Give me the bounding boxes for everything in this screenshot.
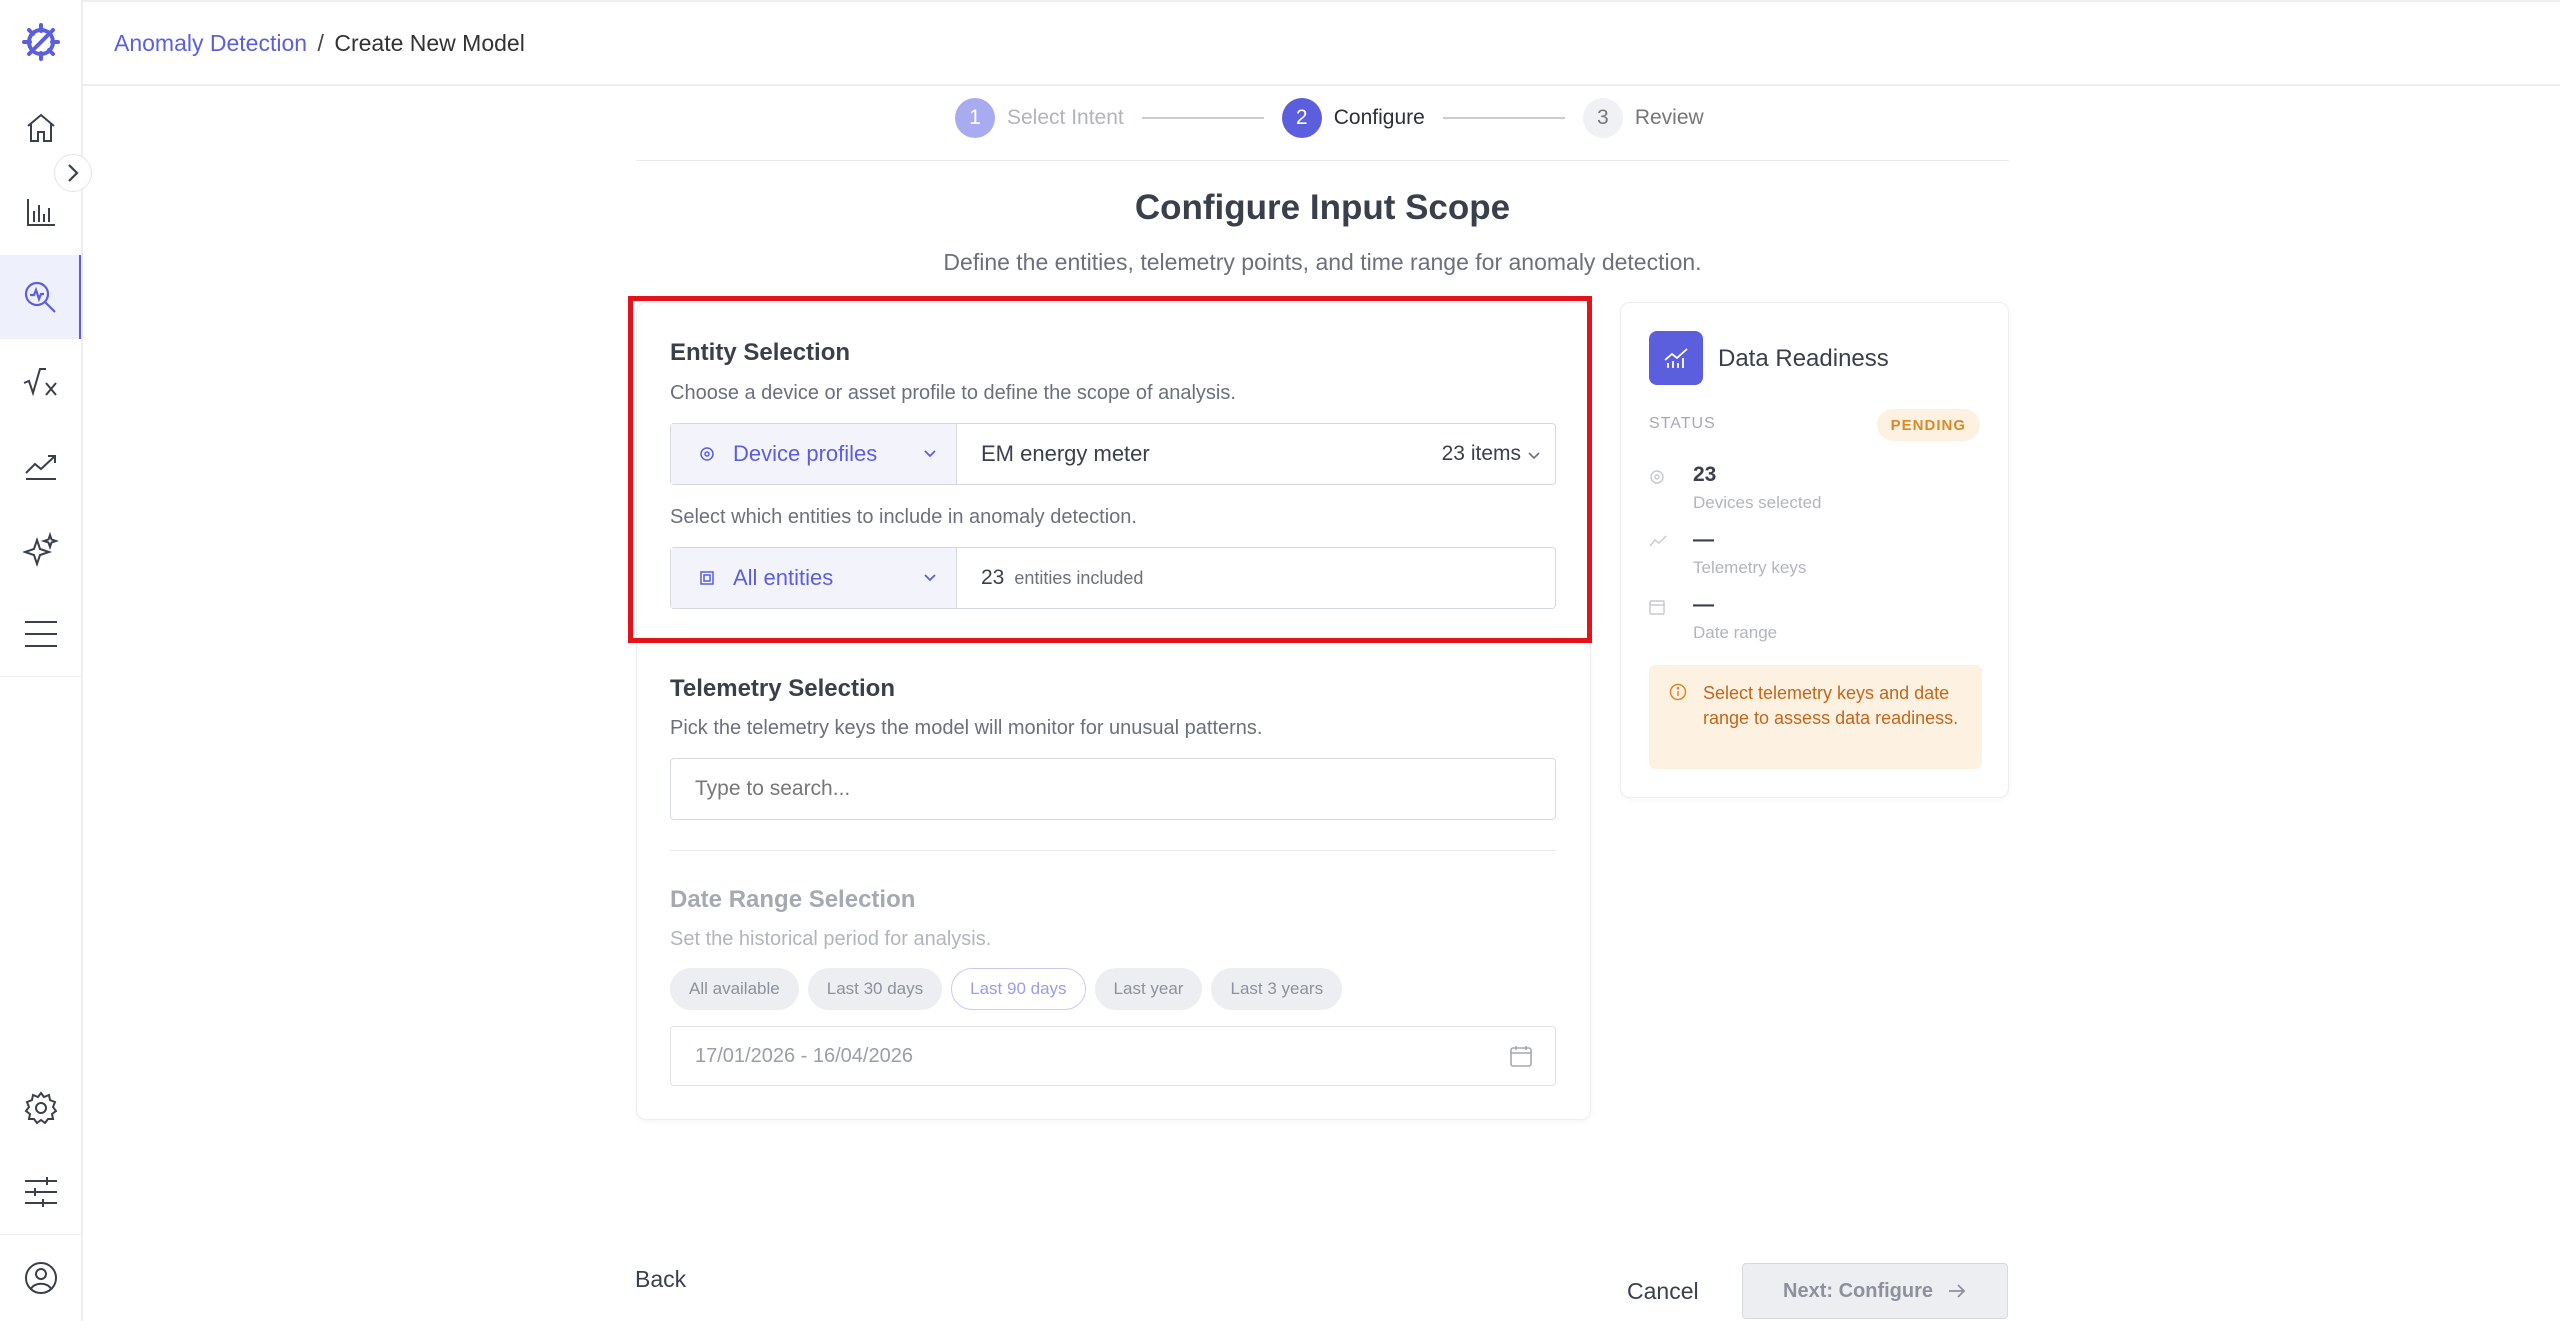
sliders-icon[interactable] — [0, 1150, 81, 1234]
step-select-intent[interactable]: 1 Select Intent — [955, 98, 1124, 138]
date-range-presets: All available Last 30 days Last 90 days … — [670, 968, 1343, 1010]
next-button[interactable]: Next: Configure — [1742, 1263, 2008, 1319]
readiness-notice: Select telemetry keys and date range to … — [1649, 665, 1982, 769]
status-badge: PENDING — [1876, 409, 1980, 441]
next-button-label: Next: Configure — [1783, 1279, 1933, 1302]
settings-icon[interactable] — [0, 1066, 81, 1150]
telemetry-search-input[interactable] — [670, 758, 1556, 820]
sparkle-icon[interactable] — [0, 508, 81, 592]
sidebar-expand-button[interactable] — [54, 154, 92, 192]
date-range-metric-value: — — [1693, 593, 1714, 616]
data-readiness-card: Data Readiness STATUS PENDING 23 Devices… — [1620, 302, 2009, 798]
status-label: STATUS — [1649, 415, 1716, 432]
breadcrumb-link-anomaly-detection[interactable]: Anomaly Detection — [114, 30, 307, 56]
telemetry-label: Telemetry keys — [1693, 558, 1807, 577]
highlight-box — [628, 296, 1592, 643]
telemetry-selection-description: Pick the telemetry keys the model will m… — [670, 717, 1263, 739]
telemetry-icon — [1649, 535, 1667, 547]
telemetry-value: — — [1693, 528, 1714, 551]
menu-icon[interactable] — [0, 592, 81, 676]
readiness-title: Data Readiness — [1718, 345, 1889, 372]
readiness-notice-text: Select telemetry keys and date range to … — [1703, 683, 1959, 728]
top-bar: Anomaly Detection / Create New Model — [83, 0, 2560, 86]
stepper-divider — [636, 160, 2009, 161]
preset-last-30-days[interactable]: Last 30 days — [807, 968, 943, 1010]
preset-last-3-years[interactable]: Last 3 years — [1211, 968, 1343, 1010]
back-button[interactable]: Back — [635, 1266, 686, 1293]
step-label: Select Intent — [1007, 106, 1124, 129]
date-range-input[interactable]: 17/01/2026 - 16/04/2026 — [670, 1026, 1556, 1086]
devices-label: Devices selected — [1693, 493, 1822, 512]
formula-icon[interactable] — [0, 340, 81, 424]
page-subtitle: Define the entities, telemetry points, a… — [943, 249, 1702, 275]
preset-last-90-days[interactable]: Last 90 days — [951, 968, 1086, 1010]
info-icon — [1669, 683, 1687, 701]
step-label: Configure — [1333, 106, 1425, 129]
step-number: 2 — [1281, 98, 1322, 138]
date-range-value: 17/01/2026 - 16/04/2026 — [695, 1044, 913, 1067]
readiness-chart-icon — [1649, 331, 1703, 385]
devices-value: 23 — [1693, 463, 1717, 486]
breadcrumb-separator: / — [317, 29, 324, 56]
preset-all-available[interactable]: All available — [670, 968, 799, 1010]
date-range-title: Date Range Selection — [670, 886, 916, 913]
telemetry-selection-title: Telemetry Selection — [670, 675, 895, 702]
anomaly-search-icon[interactable] — [0, 255, 81, 339]
date-range-metric-label: Date range — [1693, 623, 1778, 642]
logo-icon[interactable] — [0, 0, 81, 84]
breadcrumb-current: Create New Model — [334, 29, 525, 56]
step-label: Review — [1634, 106, 1704, 129]
user-icon[interactable] — [0, 1236, 81, 1320]
calendar-icon[interactable] — [1509, 1044, 1533, 1068]
step-number: 3 — [1582, 98, 1623, 138]
arrow-right-icon — [1949, 1284, 1966, 1298]
section-divider — [670, 850, 1556, 851]
step-number: 1 — [955, 98, 995, 138]
device-icon — [1650, 470, 1664, 484]
trend-icon[interactable] — [0, 424, 81, 508]
step-connector — [1442, 117, 1565, 119]
cancel-button[interactable]: Cancel — [1627, 1278, 1699, 1305]
sidebar — [0, 0, 83, 1321]
step-configure[interactable]: 2 Configure — [1281, 98, 1425, 138]
step-connector — [1141, 117, 1264, 119]
page-title: Configure Input Scope — [1134, 188, 1511, 227]
calendar-icon — [1649, 600, 1665, 615]
preset-last-year[interactable]: Last year — [1094, 968, 1203, 1010]
step-review[interactable]: 3 Review — [1582, 98, 1704, 138]
date-range-description: Set the historical period for analysis. — [670, 928, 992, 950]
breadcrumb: Anomaly Detection / Create New Model — [114, 30, 525, 57]
chevron-right-icon — [68, 164, 79, 182]
stepper: 1 Select Intent 2 Configure 3 Review — [955, 98, 1704, 138]
